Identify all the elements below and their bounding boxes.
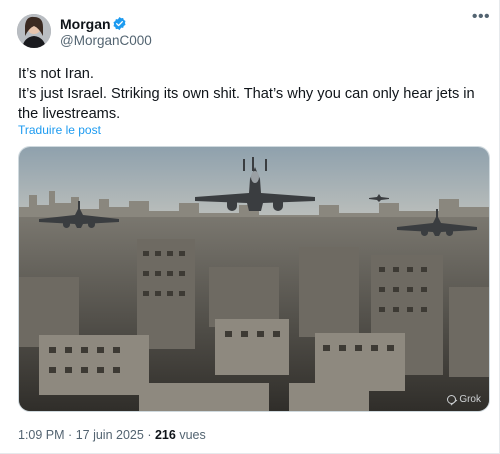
meta-separator: · <box>147 428 152 442</box>
meta-separator: · <box>68 428 73 442</box>
avatar[interactable] <box>17 14 51 48</box>
tweet-text: It’s not Iran. It’s just Israel. Strikin… <box>18 64 488 124</box>
grok-icon <box>447 395 457 404</box>
tweet-line-2: It’s just Israel. Striking its own shit.… <box>18 86 475 122</box>
post-image-illustration <box>19 147 489 411</box>
views-count: 216 <box>154 428 176 442</box>
translate-post-link[interactable]: Traduire le post <box>18 123 101 137</box>
post-time[interactable]: 1:09 PM <box>18 428 65 442</box>
post-meta: 1:09 PM · 17 juin 2025 · 216 vues <box>18 428 206 442</box>
views-label: vues <box>179 428 206 442</box>
post-date[interactable]: 17 juin 2025 <box>76 428 144 442</box>
more-horizontal-icon: ••• <box>471 8 491 25</box>
grok-watermark-label: Grok <box>459 394 481 405</box>
more-options-button[interactable]: ••• <box>470 9 492 28</box>
post-image[interactable]: Grok <box>18 146 490 412</box>
author-name[interactable]: Morgan <box>60 16 111 32</box>
verified-badge-icon <box>113 16 126 31</box>
grok-watermark: Grok <box>447 394 481 405</box>
tweet-line-1: It’s not Iran. <box>18 66 94 82</box>
author-handle[interactable]: @MorganC000 <box>60 33 152 48</box>
